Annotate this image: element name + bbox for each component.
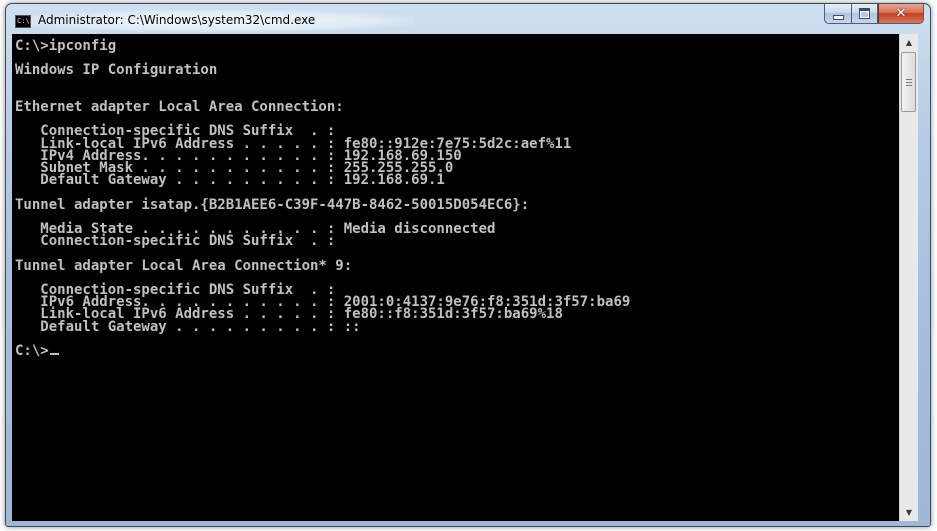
close-icon: ✕ [895,6,907,21]
text-cursor [49,353,59,356]
scroll-down-icon[interactable]: ▼ [900,504,918,521]
console-line: Tunnel adapter isatap.{B2B1AEE6-C39F-447… [15,196,530,213]
console-line: Default Gateway . . . . . . . . . : :: [15,318,361,335]
console-output[interactable]: C:\>ipconfig Windows IP Configuration Et… [12,34,899,521]
window-title: Administrator: C:\Windows\system32\cmd.e… [38,13,316,27]
console-line: Default Gateway . . . . . . . . . : 192.… [15,172,445,189]
vertical-scrollbar[interactable]: ▲ ▼ [899,34,918,521]
minimize-button[interactable] [824,4,851,24]
console-line: Connection-specific DNS Suffix . : [15,233,336,250]
cmd-app-icon[interactable]: C:\ [15,15,31,28]
scroll-up-icon[interactable]: ▲ [900,34,918,51]
console-line: C:\>ipconfig [15,38,117,54]
title-bar[interactable]: C:\ Administrator: C:\Windows\system32\c… [6,4,930,34]
console-line: C:\> [15,343,49,360]
console-text: C:\>ipconfig Windows IP Configuration Et… [12,34,899,360]
console-line: Tunnel adapter Local Area Connection* 9: [15,257,353,274]
scroll-thumb[interactable] [901,52,916,112]
console-line: Windows IP Configuration [15,62,218,79]
caption-buttons: ✕ [824,4,924,24]
console-line: Ethernet adapter Local Area Connection: [15,99,344,116]
maximize-button[interactable] [851,4,878,24]
cmd-window: C:\ Administrator: C:\Windows\system32\c… [5,3,931,527]
close-button[interactable]: ✕ [878,4,924,24]
minimize-icon [832,14,844,20]
maximize-icon [859,8,870,19]
grip-icon [906,79,912,88]
